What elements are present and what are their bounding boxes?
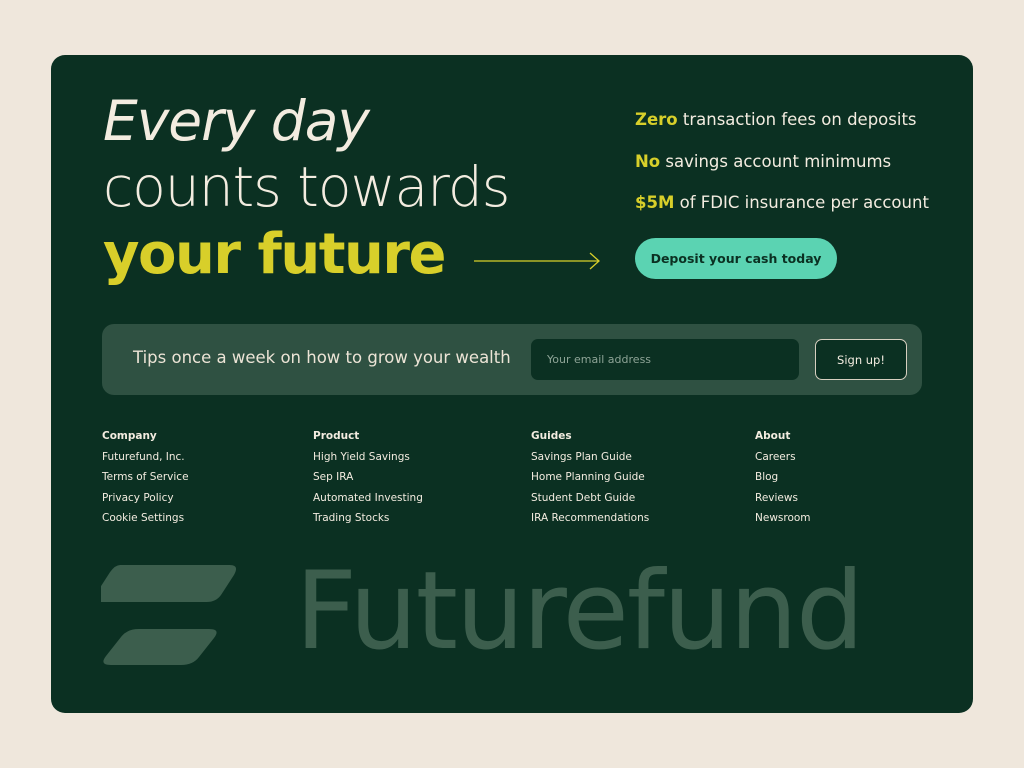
footer-column-title: Guides bbox=[531, 430, 572, 442]
footer-link[interactable]: Newsroom bbox=[755, 513, 811, 524]
footer-link[interactable]: High Yield Savings bbox=[313, 451, 423, 463]
footer-link[interactable]: Sep IRA bbox=[313, 472, 423, 483]
footer-column-company: Company Futurefund, Inc. Terms of Servic… bbox=[102, 431, 189, 534]
footer-link[interactable]: Blog bbox=[755, 472, 811, 483]
feature-highlight: Zero bbox=[635, 110, 678, 129]
deposit-cash-button[interactable]: Deposit your cash today bbox=[635, 238, 837, 279]
hero-line-1: Every day bbox=[103, 89, 370, 153]
hero-headline: Every day counts towards your future bbox=[103, 89, 510, 289]
footer-column-guides: Guides Savings Plan Guide Home Planning … bbox=[531, 431, 649, 534]
feature-highlight: $5M bbox=[635, 193, 675, 212]
hero-line-3: your future bbox=[103, 222, 446, 287]
footer-link[interactable]: Reviews bbox=[755, 492, 811, 504]
newsletter-text: Tips once a week on how to grow your wea… bbox=[133, 348, 511, 367]
newsletter-bar: Tips once a week on how to grow your wea… bbox=[102, 324, 922, 395]
arrow-right-icon bbox=[474, 252, 600, 270]
footer-link[interactable]: IRA Recommendations bbox=[531, 513, 649, 524]
feature-highlight: No bbox=[635, 151, 661, 171]
footer-column-title: Company bbox=[102, 430, 157, 442]
feature-list: Zero transaction fees on deposits No sav… bbox=[635, 109, 929, 234]
footer-link[interactable]: Student Debt Guide bbox=[531, 492, 649, 504]
footer-card: Every day counts towards your future Zer… bbox=[51, 55, 973, 713]
footer-link[interactable]: Careers bbox=[755, 451, 811, 463]
feature-item: $5M of FDIC insurance per account bbox=[635, 192, 929, 234]
footer-link[interactable]: Savings Plan Guide bbox=[531, 451, 649, 463]
feature-item: No savings account minimums bbox=[635, 151, 929, 193]
futurefund-wordmark: Futurefund bbox=[295, 549, 864, 674]
hero-line-2: counts towards bbox=[103, 155, 510, 219]
footer-link[interactable]: Trading Stocks bbox=[313, 513, 423, 524]
feature-text: savings account minimums bbox=[660, 151, 892, 171]
footer-link[interactable]: Home Planning Guide bbox=[531, 472, 649, 483]
email-field[interactable] bbox=[531, 339, 799, 380]
footer-link[interactable]: Privacy Policy bbox=[102, 492, 189, 504]
feature-item: Zero transaction fees on deposits bbox=[635, 109, 929, 151]
footer-link[interactable]: Automated Investing bbox=[313, 492, 423, 504]
footer-column-title: About bbox=[755, 430, 791, 442]
feature-text: transaction fees on deposits bbox=[677, 110, 917, 129]
footer-column-about: About Careers Blog Reviews Newsroom bbox=[755, 431, 811, 534]
futurefund-logo-icon bbox=[101, 565, 237, 665]
feature-text: of FDIC insurance per account bbox=[674, 193, 929, 212]
footer-link[interactable]: Terms of Service bbox=[102, 472, 189, 483]
footer-column-title: Product bbox=[313, 430, 360, 442]
footer-link[interactable]: Futurefund, Inc. bbox=[102, 451, 189, 463]
sign-up-button[interactable]: Sign up! bbox=[815, 339, 907, 380]
footer-link[interactable]: Cookie Settings bbox=[102, 513, 189, 524]
footer-column-product: Product High Yield Savings Sep IRA Autom… bbox=[313, 431, 423, 534]
